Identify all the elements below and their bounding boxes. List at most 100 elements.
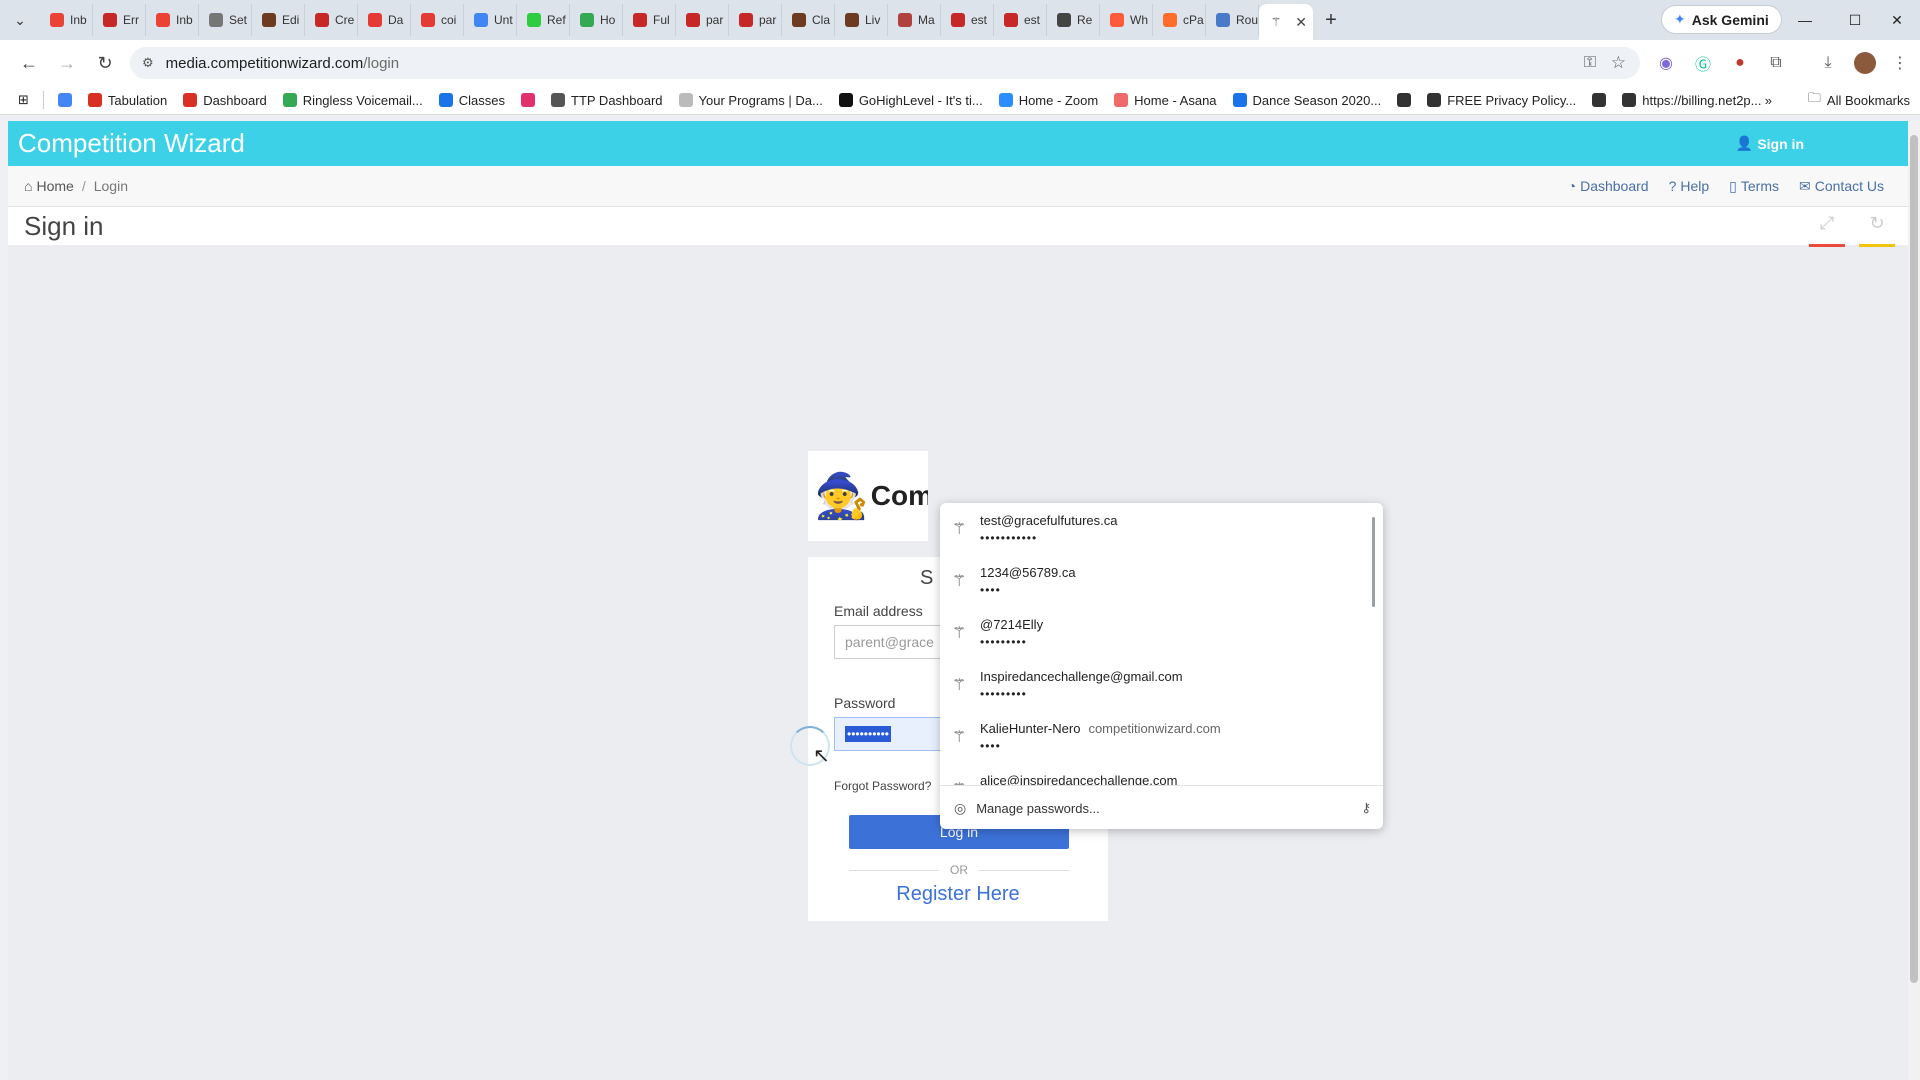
bookmark-favicon-icon: [1114, 93, 1129, 107]
tab[interactable]: Inb: [40, 4, 93, 36]
tab[interactable]: Cla: [782, 4, 835, 36]
password-key-icon[interactable]: ⚿: [1584, 54, 1596, 72]
tab[interactable]: Edi: [252, 4, 305, 36]
tab[interactable]: cPa: [1153, 4, 1206, 36]
scrollbar-thumb[interactable]: [1910, 135, 1918, 983]
site-info-icon[interactable]: ⚙: [142, 55, 154, 71]
terms-link[interactable]: ▯ Terms: [1729, 178, 1779, 195]
page-scrollbar[interactable]: [1908, 121, 1920, 1080]
more-bookmarks-button[interactable]: »: [1757, 93, 1780, 108]
docs-bookmark-icon[interactable]: [50, 93, 80, 107]
close-tab-icon[interactable]: ✕: [1295, 14, 1307, 31]
bookmark-item[interactable]: Dashboard: [175, 93, 275, 108]
saved-password-item[interactable]: ⚚ 1234@56789.ca ••••: [940, 555, 1370, 607]
tab[interactable]: Err: [93, 4, 146, 36]
fullscreen-icon[interactable]: ⤢: [1809, 213, 1845, 247]
extension-cast-icon[interactable]: ◉: [1652, 49, 1680, 77]
refresh-icon[interactable]: ↻: [1859, 213, 1895, 247]
tab[interactable]: Inb: [146, 4, 199, 36]
saved-password-item[interactable]: ⚚ test@gracefulfutures.ca •••••••••••: [940, 503, 1370, 555]
forgot-password-link[interactable]: Forgot Password?: [834, 779, 931, 793]
close-window-button[interactable]: ✕: [1874, 0, 1920, 40]
bookmark-item[interactable]: [1584, 93, 1614, 107]
saved-site: competitionwizard.com: [1088, 721, 1221, 736]
bookmark-item[interactable]: Classes: [431, 93, 513, 108]
breadcrumb-home[interactable]: ⌂ Home: [24, 178, 74, 194]
bookmark-item[interactable]: Ringless Voicemail...: [275, 93, 431, 108]
extensions-puzzle-icon[interactable]: ⧉: [1762, 49, 1790, 77]
help-link-label: Help: [1680, 178, 1710, 194]
bookmark-item[interactable]: GoHighLevel - It's ti...: [831, 93, 991, 108]
bookmark-favicon-icon: [521, 93, 535, 107]
tab[interactable]: Unt: [464, 4, 517, 36]
tab[interactable]: Wh: [1100, 4, 1153, 36]
home-icon: ⌂: [24, 178, 33, 194]
downloads-icon[interactable]: ⤓: [1814, 49, 1842, 77]
dashboard-link[interactable]: ◔ Dashboard: [1568, 178, 1649, 195]
bookmark-favicon-icon: [1397, 93, 1412, 107]
tab[interactable]: est: [941, 4, 994, 36]
back-arrow-icon[interactable]: ←: [12, 46, 46, 80]
tab[interactable]: est: [994, 4, 1047, 36]
maximize-window-button[interactable]: ☐: [1832, 0, 1878, 40]
extension-alert-icon[interactable]: ●: [1726, 49, 1754, 77]
tab-search-icon[interactable]: ⌄: [0, 0, 40, 40]
tab[interactable]: Ho: [570, 4, 623, 36]
tab[interactable]: par: [729, 4, 782, 36]
tab[interactable]: Da: [358, 4, 411, 36]
address-bar[interactable]: ⚙ media.competitionwizard.com/login ⚿ ☆: [130, 47, 1640, 79]
minimize-window-button[interactable]: —: [1782, 0, 1828, 40]
url-host: media.competitionwizard.com: [165, 54, 364, 72]
saved-password-item[interactable]: ⚚alice@inspiredancechallenge.com: [940, 763, 1370, 785]
tab[interactable]: Re: [1047, 4, 1100, 36]
grammarly-extension-icon[interactable]: Ⓖ: [1689, 49, 1717, 77]
ask-gemini-button[interactable]: ✦ Ask Gemini: [1662, 6, 1781, 33]
all-bookmarks-button[interactable]: 🗀 All Bookmarks: [1808, 86, 1910, 114]
header-sign-in-link[interactable]: 👤 Sign in: [1736, 135, 1804, 152]
apps-grid-icon[interactable]: ⊞: [0, 92, 37, 108]
bookmark-item[interactable]: Tabulation: [80, 93, 175, 108]
bookmark-item[interactable]: https://billing.net2p...: [1614, 93, 1769, 108]
register-link[interactable]: Register Here: [808, 883, 1108, 906]
manage-passwords-row[interactable]: ◎ Manage passwords... ⚷: [940, 785, 1383, 829]
tab[interactable]: Liv: [835, 4, 888, 36]
or-separator: OR: [950, 863, 968, 877]
tab[interactable]: Ma: [888, 4, 941, 36]
saved-password-item[interactable]: ⚚ KalieHunter-Nero competitionwizard.com ••…: [940, 711, 1370, 763]
tab[interactable]: coi: [411, 4, 464, 36]
tab[interactable]: Rou: [1206, 4, 1259, 36]
tab[interactable]: Set: [199, 4, 252, 36]
all-bookmarks-label: All Bookmarks: [1826, 92, 1910, 108]
bookmark-item[interactable]: [513, 93, 543, 107]
bookmark-item[interactable]: FREE Privacy Policy...: [1419, 93, 1584, 108]
bookmark-item[interactable]: Dance Season 2020...: [1225, 93, 1390, 108]
bookmark-item[interactable]: TTP Dashboard: [543, 93, 671, 108]
tab[interactable]: Cre: [305, 4, 358, 36]
bookmark-star-icon[interactable]: ☆: [1611, 53, 1626, 73]
reload-icon[interactable]: ↻: [88, 46, 122, 80]
profile-avatar[interactable]: [1851, 49, 1879, 77]
contact-us-link[interactable]: ✉ Contact Us: [1799, 178, 1884, 195]
dropdown-scrollbar[interactable]: [1372, 517, 1375, 607]
tab[interactable]: par: [676, 4, 729, 36]
saved-username: test@gracefulfutures.ca: [980, 513, 1117, 528]
tab[interactable]: Ref: [517, 4, 570, 36]
saved-username-text: 1234@56789.ca: [980, 565, 1076, 580]
tab-favicon-icon: [686, 13, 700, 27]
tab-favicon-icon: [1110, 13, 1124, 27]
saved-password-item[interactable]: ⚚ Inspiredancechallenge@gmail.com ••••••••…: [940, 659, 1370, 711]
tab-active-competition-wizard[interactable]: ⚚ ✕: [1259, 4, 1313, 40]
bookmark-item[interactable]: Your Programs | Da...: [671, 93, 831, 108]
help-link[interactable]: ? Help: [1669, 178, 1710, 195]
bookmarks-bar: ⊞ Tabulation Dashboard Ringless Voicemail.…: [0, 86, 1920, 115]
bookmark-item[interactable]: Home - Asana: [1106, 93, 1224, 108]
bookmark-item[interactable]: Home - Zoom: [991, 93, 1106, 108]
bookmark-label: Dance Season 2020...: [1252, 92, 1382, 108]
tab[interactable]: Ful: [623, 4, 676, 36]
browser-menu-icon[interactable]: ⋮: [1886, 49, 1914, 77]
bookmark-item[interactable]: [1389, 93, 1419, 107]
new-tab-button[interactable]: +: [1313, 4, 1349, 36]
brand-title[interactable]: Competition Wizard: [18, 128, 245, 159]
forward-arrow-icon[interactable]: →: [50, 46, 84, 80]
saved-password-item[interactable]: ⚚ @7214Elly •••••••••: [940, 607, 1370, 659]
